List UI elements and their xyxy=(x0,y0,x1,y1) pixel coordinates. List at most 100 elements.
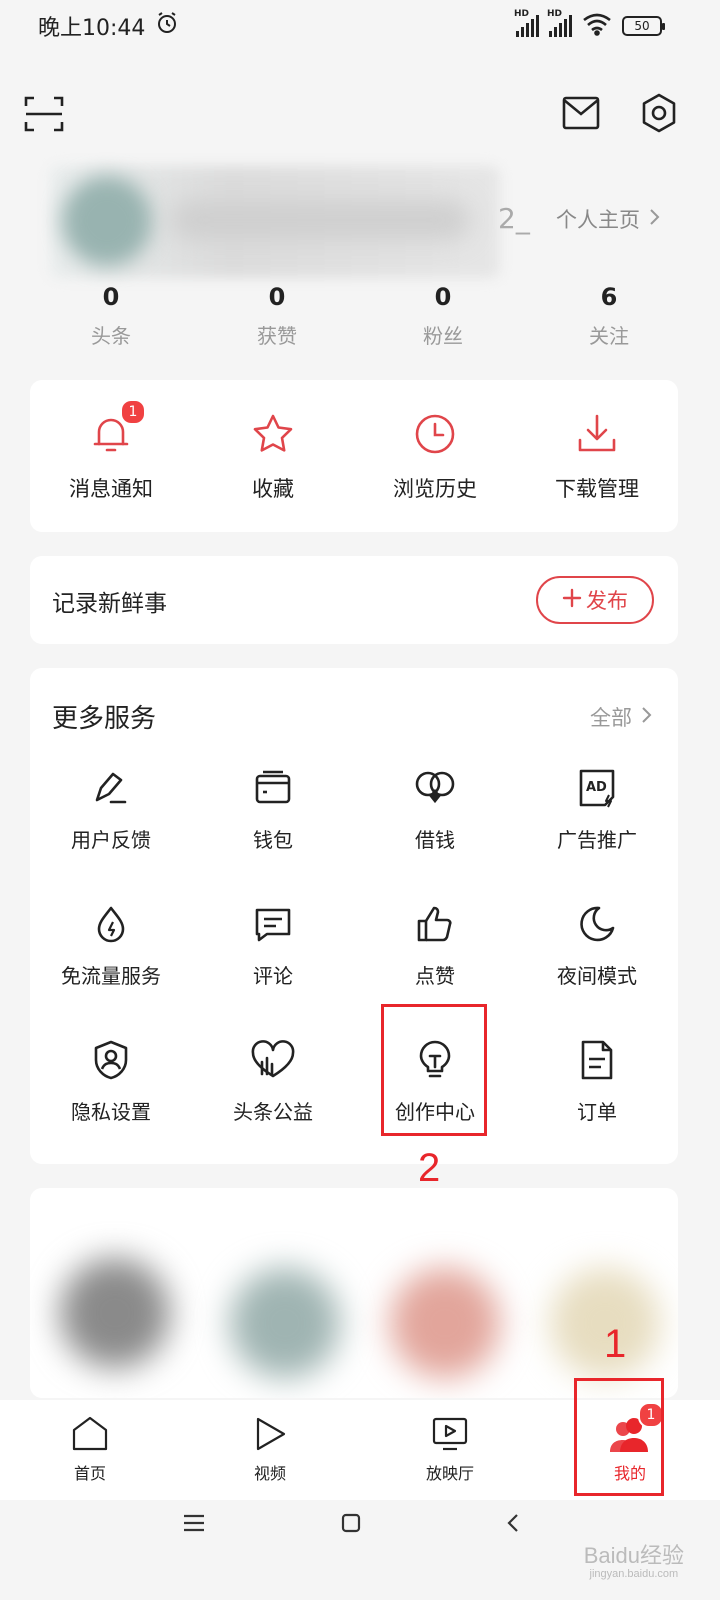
service-ad-promotion[interactable]: AD 广告推广 xyxy=(516,764,678,864)
stat-value: 0 xyxy=(102,283,120,311)
tab-home[interactable]: 首页 xyxy=(0,1400,180,1500)
service-privacy[interactable]: 隐私设置 xyxy=(30,1036,192,1136)
service-label: 用户反馈 xyxy=(71,828,151,852)
service-label: 订单 xyxy=(577,1100,617,1124)
services-all-link[interactable]: 全部 xyxy=(590,702,652,732)
clock-icon xyxy=(408,407,462,461)
wallet-icon xyxy=(249,764,297,812)
homepage-link-label: 个人主页 xyxy=(556,208,640,232)
shield-user-icon xyxy=(87,1036,135,1084)
quick-item-favorites[interactable]: 收藏 xyxy=(192,407,354,503)
service-label: 夜间模式 xyxy=(557,964,637,988)
annotation-box-mine-tab xyxy=(574,1378,664,1496)
svg-text:AD: AD xyxy=(586,780,607,795)
services-grid: 用户反馈 钱包 借钱 AD 广告推广 免流量服务 评论 点赞 夜间模式 隐私设置… xyxy=(30,764,678,1136)
tab-video[interactable]: 视频 xyxy=(180,1400,360,1500)
quick-actions-card: 1 消息通知 收藏 浏览历史 下载管理 xyxy=(30,380,678,532)
service-label: 钱包 xyxy=(253,828,293,852)
signal-2-label: HD xyxy=(547,9,563,19)
services-card: 更多服务 全部 用户反馈 钱包 借钱 AD 广告推广 免流量服务 评论 点赞 夜… xyxy=(30,668,678,1164)
quick-item-notifications[interactable]: 1 消息通知 xyxy=(30,399,192,503)
service-label: 评论 xyxy=(253,964,293,988)
annotation-box-creator-center xyxy=(381,1004,487,1136)
stat-label: 获赞 xyxy=(257,324,297,348)
stat-label: 关注 xyxy=(589,324,629,348)
comment-icon xyxy=(249,900,297,948)
service-label: 点赞 xyxy=(415,964,455,988)
service-charity[interactable]: 头条公益 xyxy=(192,1036,354,1136)
service-label: 借钱 xyxy=(415,828,455,852)
service-wallet[interactable]: 钱包 xyxy=(192,764,354,864)
stat-value: 0 xyxy=(434,283,452,311)
blurred-content-strip xyxy=(30,1188,678,1398)
menu-icon[interactable] xyxy=(182,1512,206,1538)
stat-fans[interactable]: 0 粉丝 xyxy=(360,280,526,349)
signal-1-icon: HD xyxy=(514,9,539,37)
service-night-mode[interactable]: 夜间模式 xyxy=(516,900,678,1000)
download-icon xyxy=(570,407,624,461)
clock-text: 晚上10:44 xyxy=(38,16,146,41)
service-feedback[interactable]: 用户反馈 xyxy=(30,764,192,864)
stat-likes[interactable]: 0 获赞 xyxy=(194,280,360,349)
pen-icon xyxy=(87,764,135,812)
service-comments[interactable]: 评论 xyxy=(192,900,354,1000)
record-title: 记录新鲜事 xyxy=(52,591,167,617)
publish-button[interactable]: 发布 xyxy=(536,576,654,624)
charity-icon xyxy=(249,1036,297,1084)
settings-gear-icon[interactable] xyxy=(638,92,680,138)
play-icon xyxy=(248,1412,292,1456)
stat-toutiao[interactable]: 0 头条 xyxy=(28,280,194,349)
service-loan[interactable]: 借钱 xyxy=(354,764,516,864)
ad-icon: AD xyxy=(573,764,621,812)
service-label: 广告推广 xyxy=(557,828,637,852)
watermark-text: Baidu经验 xyxy=(583,1542,684,1568)
tab-label: 视频 xyxy=(253,1464,286,1483)
profile-stats: 0 头条 0 获赞 0 粉丝 6 关注 xyxy=(28,280,692,349)
quick-item-history[interactable]: 浏览历史 xyxy=(354,407,516,503)
service-label: 隐私设置 xyxy=(71,1100,151,1124)
stat-following[interactable]: 6 关注 xyxy=(526,280,692,349)
avatar[interactable] xyxy=(62,176,152,266)
scan-icon[interactable] xyxy=(24,94,64,138)
alarm-icon xyxy=(155,11,179,41)
chevron-right-icon xyxy=(648,207,660,231)
service-free-data[interactable]: 免流量服务 xyxy=(30,900,192,1000)
back-icon[interactable] xyxy=(502,1512,524,1538)
record-card: 记录新鲜事 发布 xyxy=(30,556,678,644)
system-nav-bar: Baidu经验 jingyan.baidu.com xyxy=(0,1500,720,1600)
quick-item-label: 收藏 xyxy=(252,477,294,501)
quick-item-label: 下载管理 xyxy=(555,477,639,501)
star-icon xyxy=(246,407,300,461)
tab-label: 首页 xyxy=(73,1464,106,1483)
username-partial-text: 2_ xyxy=(498,202,530,235)
watermark-sub: jingyan.baidu.com xyxy=(589,1567,679,1580)
battery-icon: 50 xyxy=(622,16,665,36)
loan-icon xyxy=(411,764,459,812)
service-orders[interactable]: 订单 xyxy=(516,1036,678,1136)
thumbs-up-icon xyxy=(411,900,459,948)
service-likes[interactable]: 点赞 xyxy=(354,900,516,1000)
services-all-label: 全部 xyxy=(590,706,632,730)
home-icon xyxy=(68,1412,112,1456)
homepage-link[interactable]: 个人主页 xyxy=(556,204,660,234)
wifi-icon xyxy=(582,12,612,40)
service-label: 免流量服务 xyxy=(61,964,161,988)
bell-icon: 1 xyxy=(84,399,146,461)
mail-icon[interactable] xyxy=(562,94,600,136)
stat-value: 0 xyxy=(268,283,286,311)
tv-play-icon xyxy=(428,1412,472,1456)
tab-label: 放映厅 xyxy=(425,1464,474,1483)
status-icons: HD HD 50 xyxy=(514,9,665,40)
publish-label: 发布 xyxy=(586,589,628,613)
quick-item-label: 消息通知 xyxy=(69,477,153,501)
moon-icon xyxy=(573,900,621,948)
service-label: 头条公益 xyxy=(233,1100,313,1124)
stat-value: 6 xyxy=(600,283,618,311)
quick-item-downloads[interactable]: 下载管理 xyxy=(516,407,678,503)
home-square-icon[interactable] xyxy=(340,1512,362,1538)
tab-theater[interactable]: 放映厅 xyxy=(360,1400,540,1500)
services-title: 更多服务 xyxy=(52,704,157,734)
signal-1-label: HD xyxy=(514,9,530,19)
status-time: 晚上10:44 xyxy=(38,10,179,42)
stat-label: 粉丝 xyxy=(423,324,463,348)
